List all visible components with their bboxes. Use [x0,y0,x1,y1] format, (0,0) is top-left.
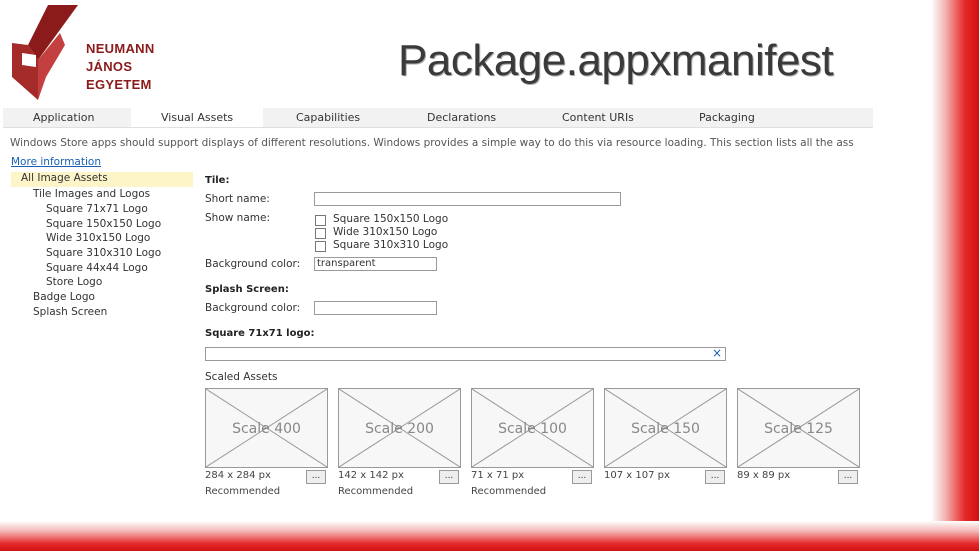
tab-content-uris[interactable]: Content URIs [562,111,634,124]
short-name-label: Short name: [205,193,270,205]
show-name-wide310-label: Wide 310x150 Logo [333,226,438,238]
asset-recommended-label: Recommended [471,486,547,497]
logo-line-1: NEUMANN [86,41,155,56]
browse-button[interactable]: ... [838,470,858,484]
logo-line-2: JÁNOS [86,59,133,74]
manifest-designer: Application Visual Assets Capabilities D… [3,108,873,502]
asset-size-label: 89 x 89 px [737,470,791,481]
asset-recommended-label: Recommended [338,486,414,497]
tree-item-all-image-assets[interactable]: All Image Assets [11,172,193,187]
logo-emblem-icon [12,5,78,100]
university-logo: NEUMANN JÁNOS EGYETEM [10,5,154,100]
tree-item-store-logo[interactable]: Store Logo [46,276,102,288]
logo-line-3: EGYETEM [86,77,152,92]
tree-item-square-310[interactable]: Square 310x310 Logo [46,247,161,259]
tab-packaging[interactable]: Packaging [699,111,755,124]
show-name-square310-label: Square 310x310 Logo [333,239,449,251]
asset-box-scale-150[interactable]: Scale 150 [604,388,727,468]
show-name-square310-checkbox[interactable] [315,241,326,252]
tree-item-splash-screen[interactable]: Splash Screen [33,306,107,318]
red-frame-bottom [0,521,979,551]
tree-item-square-44[interactable]: Square 44x44 Logo [46,262,148,274]
tab-visual-assets[interactable]: Visual Assets [131,108,263,127]
asset-scale-label: Scale 125 [764,421,833,437]
splash-bg-color-input[interactable] [314,301,437,315]
tree-item-tile-images[interactable]: Tile Images and Logos [33,188,150,200]
asset-scale-label: Scale 200 [365,421,434,437]
asset-box-scale-200[interactable]: Scale 200 [338,388,461,468]
asset-box-scale-400[interactable]: Scale 400 [205,388,328,468]
tab-application[interactable]: Application [33,111,94,124]
asset-box-scale-125[interactable]: Scale 125 [737,388,860,468]
description-text: Windows Store apps should support displa… [10,137,854,149]
logo-wordmark: NEUMANN JÁNOS EGYETEM [86,40,155,94]
splash-heading: Splash Screen: [205,284,289,295]
short-name-input[interactable] [314,192,621,206]
asset-scale-label: Scale 400 [232,421,301,437]
browse-button[interactable]: ... [705,470,725,484]
more-information-link[interactable]: More information [11,156,101,168]
show-name-square150-label: Square 150x150 Logo [333,213,449,225]
asset-size-label: 71 x 71 px [471,470,525,481]
asset-box-scale-100[interactable]: Scale 100 [471,388,594,468]
square71-heading: Square 71x71 logo: [205,328,315,339]
asset-recommended-label: Recommended [205,486,281,497]
tile-heading: Tile: [205,175,230,186]
tree-item-badge-logo[interactable]: Badge Logo [33,291,95,303]
asset-size-label: 142 x 142 px [338,470,404,481]
tile-bg-color-input[interactable]: transparent [314,257,437,271]
browse-button[interactable]: ... [439,470,459,484]
scaled-assets-label: Scaled Assets [205,371,278,383]
tab-bar: Application Visual Assets Capabilities D… [3,108,873,128]
browse-button[interactable]: ... [572,470,592,484]
show-name-wide310-checkbox[interactable] [315,228,326,239]
show-name-label: Show name: [205,212,270,224]
asset-size-label: 107 x 107 px [604,470,670,481]
show-name-square150-checkbox[interactable] [315,215,326,226]
tree-item-square-150[interactable]: Square 150x150 Logo [46,218,161,230]
tab-declarations[interactable]: Declarations [427,111,496,124]
splash-bg-color-label: Background color: [205,302,301,314]
asset-size-label: 284 x 284 px [205,470,271,481]
tree-item-square-71[interactable]: Square 71x71 Logo [46,203,148,215]
red-frame-right [931,0,979,551]
browse-button[interactable]: ... [306,470,326,484]
clear-icon[interactable]: × [712,346,722,360]
square71-path-input[interactable] [205,347,726,361]
tree-item-wide-310[interactable]: Wide 310x150 Logo [46,232,150,244]
tile-bg-color-label: Background color: [205,258,301,270]
asset-scale-label: Scale 100 [498,421,567,437]
asset-scale-label: Scale 150 [631,421,700,437]
tab-capabilities[interactable]: Capabilities [296,111,360,124]
slide-title: Package.appxmanifest [398,36,834,85]
